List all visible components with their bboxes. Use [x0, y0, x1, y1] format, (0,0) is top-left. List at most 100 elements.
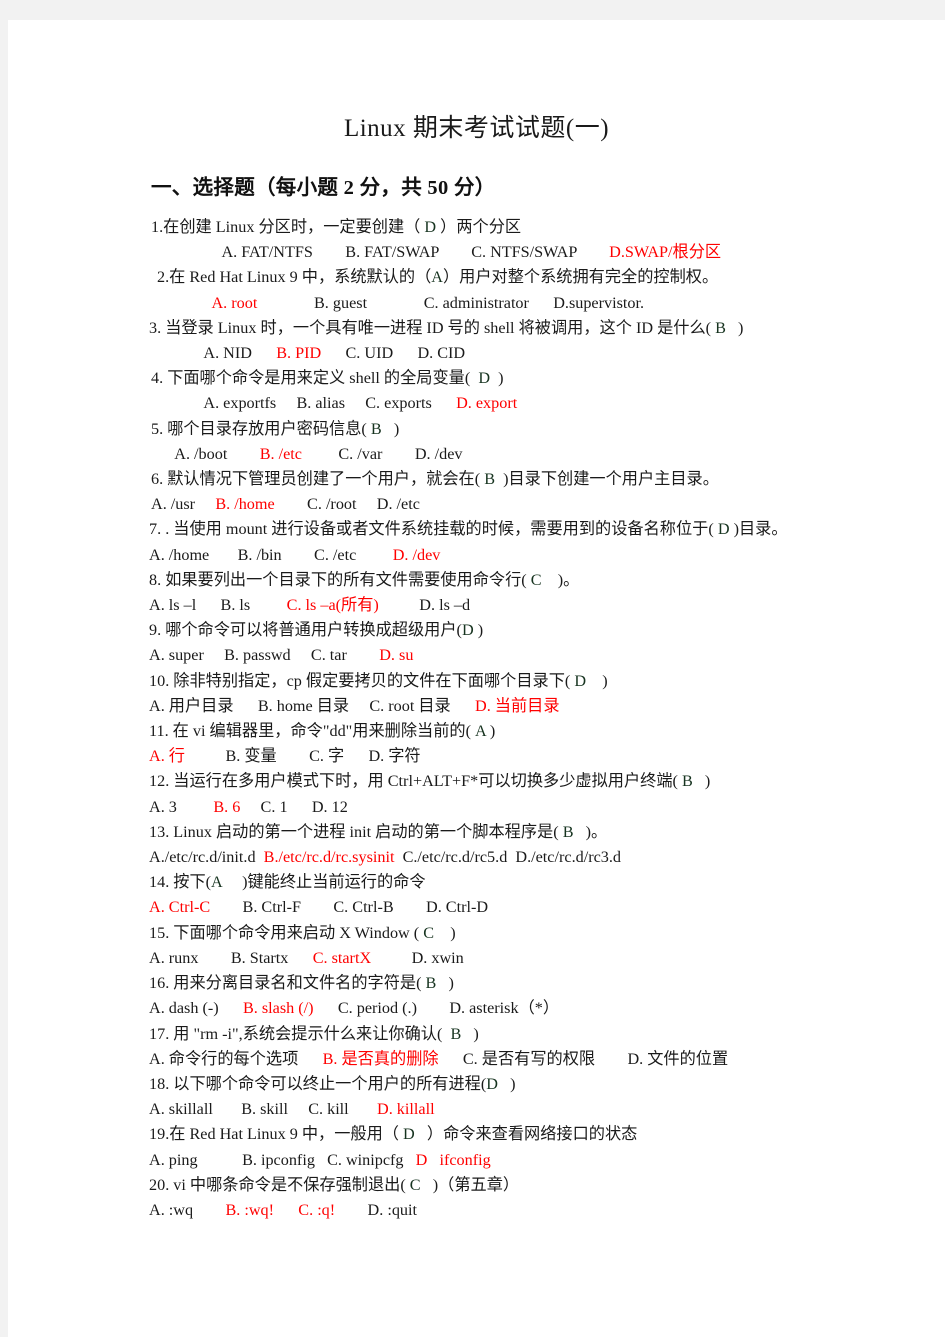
- option-choice[interactable]: D. export: [456, 394, 517, 412]
- option-choice[interactable]: D. 12: [312, 798, 348, 816]
- option-choice[interactable]: D./etc/rc.d/rc3.d: [515, 848, 621, 866]
- option-choice[interactable]: C. Ctrl-B: [333, 898, 393, 916]
- option-choice[interactable]: A. Ctrl-C: [149, 898, 210, 916]
- question-stem-text: 18. 以下哪个命令可以终止一个用户的所有进程(: [149, 1074, 487, 1093]
- option-gap: [252, 344, 276, 362]
- option-choice[interactable]: A. /boot: [174, 445, 227, 463]
- question-stem-tail: ): [497, 1074, 516, 1093]
- option-gap: [274, 1201, 298, 1219]
- option-choice[interactable]: B. /home: [215, 495, 274, 513]
- option-choice[interactable]: A. 3: [149, 798, 177, 816]
- option-choice[interactable]: C./etc/rc.d/rc5.d: [403, 848, 508, 866]
- option-choice[interactable]: B. :wq!: [225, 1201, 274, 1219]
- option-choice[interactable]: C. tar: [311, 646, 347, 664]
- option-choice[interactable]: B. ipconfig: [242, 1151, 315, 1169]
- option-choice[interactable]: A. FAT/NTFS: [221, 243, 312, 261]
- option-choice[interactable]: B. FAT/SWAP: [345, 243, 439, 261]
- option-choice[interactable]: B. skill: [241, 1100, 288, 1118]
- option-choice[interactable]: A. runx: [149, 949, 198, 967]
- option-choice[interactable]: C. administrator: [424, 294, 529, 312]
- option-choice[interactable]: D. 文件的位置: [627, 1050, 728, 1068]
- option-choice[interactable]: D. 当前目录: [475, 697, 560, 715]
- question-options: A. FAT/NTFS B. FAT/SWAP C. NTFS/SWAP D.S…: [8, 240, 945, 265]
- option-choice[interactable]: A. ping: [149, 1151, 198, 1169]
- option-choice[interactable]: B./etc/rc.d/rc.sysinit: [264, 848, 395, 866]
- option-choice[interactable]: B. 是否真的删除: [323, 1050, 439, 1068]
- option-gap: [198, 949, 230, 967]
- option-choice[interactable]: A. /usr: [151, 495, 195, 513]
- option-gap: [288, 798, 312, 816]
- option-choice[interactable]: C. winipcfg: [327, 1151, 403, 1169]
- option-choice[interactable]: C. /root: [307, 495, 356, 513]
- option-choice[interactable]: B. Ctrl-F: [243, 898, 301, 916]
- question-answer-marker: C: [409, 1175, 421, 1194]
- option-choice[interactable]: C. period (.): [338, 999, 417, 1017]
- option-choice[interactable]: A. :wq: [149, 1201, 193, 1219]
- option-choice[interactable]: B. passwd: [224, 646, 291, 664]
- option-choice[interactable]: A./etc/rc.d/init.d: [149, 848, 256, 866]
- option-choice[interactable]: C. 字: [309, 747, 344, 765]
- option-choice[interactable]: C. startX: [313, 949, 371, 967]
- option-choice[interactable]: A. super: [149, 646, 204, 664]
- question-answer-marker: B: [715, 318, 726, 337]
- option-choice[interactable]: A. 行: [149, 747, 185, 765]
- option-choice[interactable]: A. root: [211, 294, 257, 312]
- option-choice[interactable]: D. Ctrl-D: [426, 898, 488, 916]
- option-choice[interactable]: C. /var: [338, 445, 382, 463]
- option-choice[interactable]: C. exports: [365, 394, 432, 412]
- question-stem-tail: ): [473, 621, 484, 640]
- option-choice[interactable]: B. 变量: [225, 747, 276, 765]
- option-choice[interactable]: B. slash (/): [243, 999, 314, 1017]
- option-choice[interactable]: D. :quit: [368, 1201, 417, 1219]
- option-choice[interactable]: B. home 目录: [258, 697, 349, 715]
- option-choice[interactable]: A. dash (-): [149, 999, 219, 1017]
- question-answer-marker: B: [450, 1024, 462, 1043]
- question-options: A. root B. guest C. administrator D.supe…: [8, 291, 945, 316]
- option-choice[interactable]: B. Startx: [231, 949, 289, 967]
- question-stem: 8. 如果要列出一个目录下的所有文件需要使用命令行( C )。: [8, 568, 945, 593]
- option-choice[interactable]: C. ls –a(所有): [287, 596, 379, 614]
- option-choice[interactable]: D ifconfig: [416, 1151, 491, 1169]
- option-choice[interactable]: D.supervistor.: [553, 294, 644, 312]
- option-gap: [335, 1201, 367, 1219]
- option-choice[interactable]: B. /etc: [260, 445, 302, 463]
- option-choice[interactable]: D. xwin: [412, 949, 464, 967]
- option-choice[interactable]: A. exportfs: [203, 394, 276, 412]
- option-choice[interactable]: D.SWAP/根分区: [609, 243, 721, 261]
- question-stem: 15. 下面哪个命令用来启动 X Window ( C ): [8, 921, 945, 946]
- option-choice[interactable]: C. 是否有写的权限: [463, 1050, 595, 1068]
- option-choice[interactable]: D. su: [379, 646, 413, 664]
- option-choice[interactable]: B. /bin: [238, 546, 282, 564]
- option-gap: [198, 1151, 243, 1169]
- option-choice[interactable]: D. 字符: [368, 747, 420, 765]
- option-choice[interactable]: C. 1: [261, 798, 288, 816]
- document-page: Linux 期末考试试题(一) 一、选择题（每小题 2 分，共 50 分） 1.…: [8, 20, 945, 1337]
- option-choice[interactable]: B. 6: [213, 798, 240, 816]
- option-choice[interactable]: D. killall: [377, 1100, 435, 1118]
- option-choice[interactable]: D. /etc: [377, 495, 420, 513]
- option-choice[interactable]: D. ls –d: [419, 596, 470, 614]
- option-choice[interactable]: A. 命令行的每个选项: [149, 1050, 298, 1068]
- option-choice[interactable]: C. NTFS/SWAP: [471, 243, 577, 261]
- option-choice[interactable]: A. ls –l: [149, 596, 196, 614]
- option-choice[interactable]: A. NID: [203, 344, 252, 362]
- option-choice[interactable]: B. guest: [314, 294, 367, 312]
- option-choice[interactable]: C. kill: [308, 1100, 348, 1118]
- option-choice[interactable]: D. /dev: [393, 546, 441, 564]
- option-choice[interactable]: D. /dev: [415, 445, 463, 463]
- option-choice[interactable]: D. CID: [417, 344, 465, 362]
- option-choice[interactable]: D. asterisk（*）: [449, 999, 559, 1017]
- option-choice[interactable]: B. ls: [221, 596, 251, 614]
- option-choice[interactable]: C. /etc: [314, 546, 356, 564]
- option-choice[interactable]: B. PID: [276, 344, 321, 362]
- option-choice[interactable]: A. /home: [149, 546, 209, 564]
- option-choice[interactable]: C. :q!: [298, 1201, 335, 1219]
- option-choice[interactable]: C. UID: [346, 344, 394, 362]
- option-choice[interactable]: A. 用户目录: [149, 697, 234, 715]
- question-stem-tail: ): [381, 419, 400, 438]
- option-gap: [227, 445, 259, 463]
- option-gap: [204, 646, 224, 664]
- option-choice[interactable]: B. alias: [296, 394, 345, 412]
- option-choice[interactable]: A. skillall: [149, 1100, 213, 1118]
- option-choice[interactable]: C. root 目录: [369, 697, 450, 715]
